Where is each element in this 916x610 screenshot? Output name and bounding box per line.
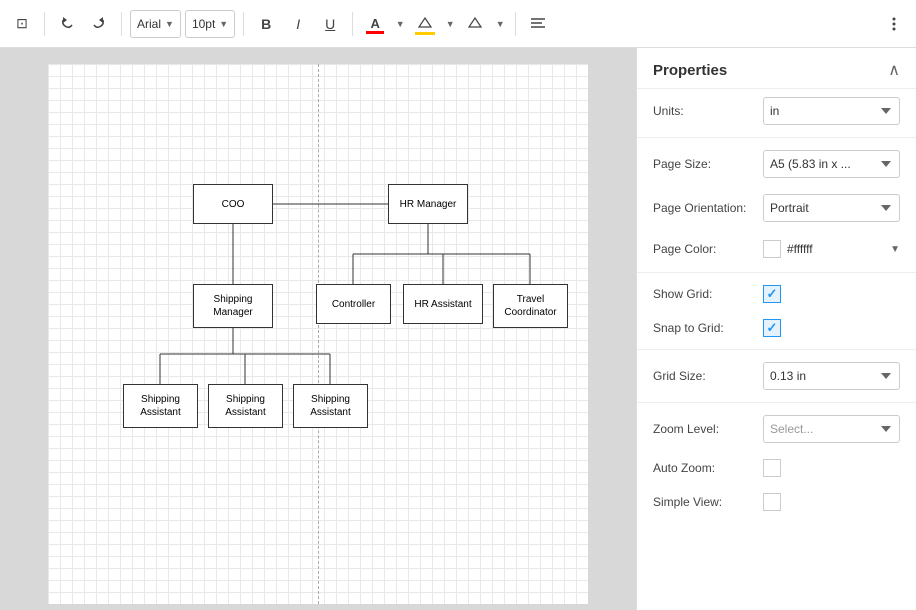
fill-color-icon xyxy=(418,17,432,31)
font-color-icon: A xyxy=(371,16,380,31)
grid-size-label: Grid Size: xyxy=(653,369,763,383)
page-orientation-control: Portrait xyxy=(763,194,900,222)
align-icon xyxy=(530,17,546,31)
page-color-swatch[interactable] xyxy=(763,240,781,258)
divider-4 xyxy=(352,12,353,36)
node-shipping-manager[interactable]: ShippingManager xyxy=(193,284,273,328)
node-shipping2[interactable]: ShippingAssistant xyxy=(208,384,283,428)
show-grid-checkmark: ✓ xyxy=(767,286,778,302)
properties-panel: Properties ∧ Units: in Page Size: A5 (5.… xyxy=(636,48,916,610)
line-color-dropdown[interactable]: ▼ xyxy=(493,10,507,38)
node-shipping1[interactable]: ShippingAssistant xyxy=(123,384,198,428)
zoom-level-select[interactable]: Select... xyxy=(763,415,900,443)
text-align-button[interactable] xyxy=(524,10,552,38)
toolbar: ⊡ Arial ▼ 10pt ▼ B I U A ▼ ▼ ▼ xyxy=(0,0,916,48)
divider-units xyxy=(637,137,916,138)
redo-icon xyxy=(91,16,107,32)
fill-color-dropdown[interactable]: ▼ xyxy=(443,10,457,38)
units-control: in xyxy=(763,97,900,125)
snap-to-grid-label: Snap to Grid: xyxy=(653,321,763,335)
fill-color-indicator xyxy=(415,32,435,35)
zoom-level-row: Zoom Level: Select... xyxy=(637,407,916,451)
line-color-icon xyxy=(468,17,482,31)
panel-header: Properties ∧ xyxy=(637,48,916,89)
font-color-dropdown[interactable]: ▼ xyxy=(393,10,407,38)
color-swatch-group: #ffffff ▼ xyxy=(763,240,900,258)
page-orientation-label: Page Orientation: xyxy=(653,201,763,215)
simple-view-row: Simple View: xyxy=(637,485,916,519)
node-hr-manager[interactable]: HR Manager xyxy=(388,184,468,224)
simple-view-checkbox[interactable] xyxy=(763,493,781,511)
units-label: Units: xyxy=(653,104,763,118)
line-color-button[interactable] xyxy=(461,10,489,38)
page-color-row: Page Color: #ffffff ▼ xyxy=(637,230,916,268)
more-options-button[interactable] xyxy=(880,10,908,38)
undo-button[interactable] xyxy=(53,10,81,38)
units-row: Units: in xyxy=(637,89,916,133)
divider-2 xyxy=(121,12,122,36)
page-size-control: A5 (5.83 in x ... xyxy=(763,150,900,178)
page-orientation-row: Page Orientation: Portrait xyxy=(637,186,916,230)
page-color-control: #ffffff ▼ xyxy=(763,240,900,258)
page-color-value: #ffffff xyxy=(787,242,884,256)
node-coo[interactable]: COO xyxy=(193,184,273,224)
font-size-selector[interactable]: 10pt ▼ xyxy=(185,10,235,38)
page-color-dropdown[interactable]: ▼ xyxy=(890,244,900,255)
canvas-area[interactable]: COO HR Manager ShippingManager Controlle… xyxy=(0,48,636,610)
grid-size-select[interactable]: 0.13 in xyxy=(763,362,900,390)
italic-button[interactable]: I xyxy=(284,10,312,38)
main-area: COO HR Manager ShippingManager Controlle… xyxy=(0,48,916,610)
auto-zoom-checkbox[interactable] xyxy=(763,459,781,477)
zoom-level-label: Zoom Level: xyxy=(653,422,763,436)
grid-size-row: Grid Size: 0.13 in xyxy=(637,354,916,398)
divider-grid xyxy=(637,349,916,350)
font-family-selector[interactable]: Arial ▼ xyxy=(130,10,181,38)
exit-button[interactable]: ⊡ xyxy=(8,10,36,38)
snap-to-grid-row: Snap to Grid: ✓ xyxy=(637,311,916,345)
undo-icon xyxy=(59,16,75,32)
page-size-label: Page Size: xyxy=(653,157,763,171)
canvas-page: COO HR Manager ShippingManager Controlle… xyxy=(48,64,588,604)
divider-gridsize xyxy=(637,402,916,403)
simple-view-label: Simple View: xyxy=(653,495,763,509)
font-size-label: 10pt xyxy=(192,17,215,31)
page-orientation-select[interactable]: Portrait xyxy=(763,194,900,222)
snap-to-grid-checkbox[interactable]: ✓ xyxy=(763,319,781,337)
divider-5 xyxy=(515,12,516,36)
snap-to-grid-checkmark: ✓ xyxy=(767,320,778,336)
show-grid-checkbox[interactable]: ✓ xyxy=(763,285,781,303)
units-select[interactable]: in xyxy=(763,97,900,125)
more-icon xyxy=(892,16,896,32)
divider-3 xyxy=(243,12,244,36)
auto-zoom-label: Auto Zoom: xyxy=(653,461,763,475)
page-color-label: Page Color: xyxy=(653,242,763,256)
panel-title: Properties xyxy=(653,62,727,79)
fill-color-button[interactable] xyxy=(411,10,439,38)
zoom-level-control: Select... xyxy=(763,415,900,443)
node-travel-coordinator[interactable]: TravelCoordinator xyxy=(493,284,568,328)
divider-color xyxy=(637,272,916,273)
page-size-select[interactable]: A5 (5.83 in x ... xyxy=(763,150,900,178)
font-color-indicator xyxy=(366,31,384,34)
redo-button[interactable] xyxy=(85,10,113,38)
node-hr-assistant[interactable]: HR Assistant xyxy=(403,284,483,324)
node-controller[interactable]: Controller xyxy=(316,284,391,324)
show-grid-row: Show Grid: ✓ xyxy=(637,277,916,311)
show-grid-label: Show Grid: xyxy=(653,287,763,301)
font-family-label: Arial xyxy=(137,17,161,31)
auto-zoom-row: Auto Zoom: xyxy=(637,451,916,485)
node-shipping3[interactable]: ShippingAssistant xyxy=(293,384,368,428)
page-dashed-divider xyxy=(318,64,319,604)
font-family-chevron: ▼ xyxy=(165,19,174,29)
font-size-chevron: ▼ xyxy=(219,19,228,29)
bold-button[interactable]: B xyxy=(252,10,280,38)
page-size-row: Page Size: A5 (5.83 in x ... xyxy=(637,142,916,186)
underline-button[interactable]: U xyxy=(316,10,344,38)
font-color-button[interactable]: A xyxy=(361,10,389,38)
divider-1 xyxy=(44,12,45,36)
grid-size-control: 0.13 in xyxy=(763,362,900,390)
panel-collapse-button[interactable]: ∧ xyxy=(888,60,900,80)
